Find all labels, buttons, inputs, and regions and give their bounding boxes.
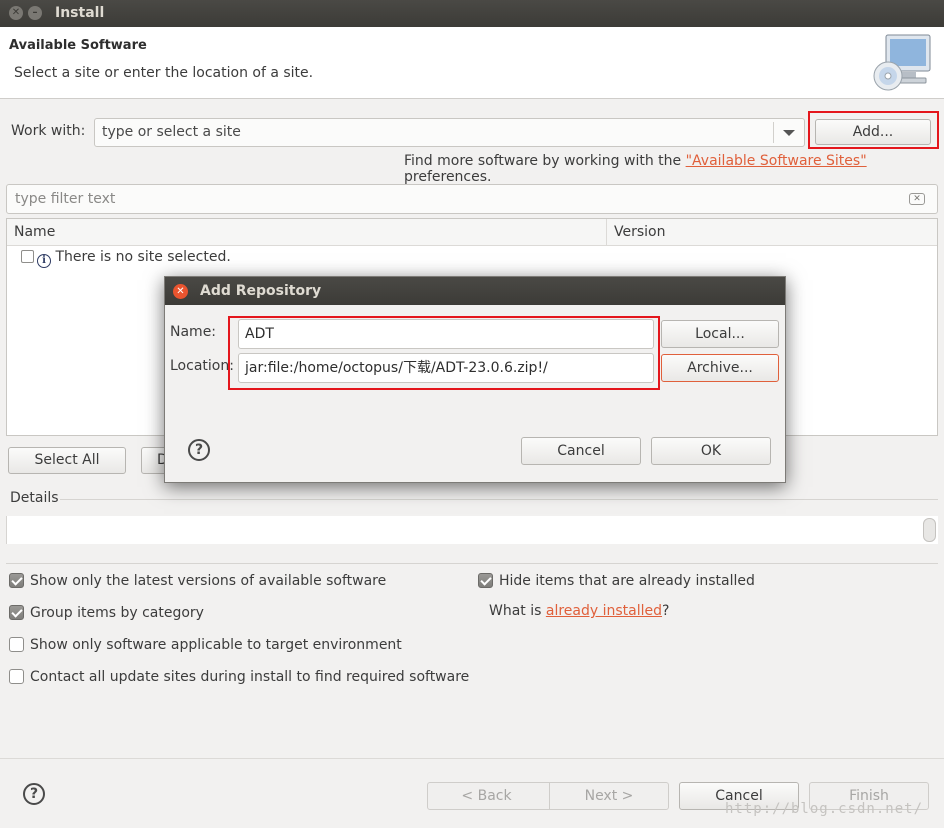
target-env-checkbox[interactable] [9,637,24,652]
option-target-env[interactable]: Show only software applicable to target … [9,637,402,653]
page-title: Available Software [9,38,147,53]
target-env-label: Show only software applicable to target … [30,637,402,653]
option-latest-versions[interactable]: Show only the latest versions of availab… [9,573,386,589]
dialog-cancel-button[interactable]: Cancel [521,437,641,465]
name-label: Name: [170,324,217,340]
row-text: There is no site selected. [55,249,231,265]
row-checkbox[interactable] [21,250,34,263]
window-titlebar: ✕ – Install [0,0,944,27]
what-is-suffix: ? [662,603,670,619]
details-scrollbar[interactable] [923,518,936,542]
contact-sites-checkbox[interactable] [9,669,24,684]
add-button-highlight [808,111,939,149]
window-title: Install [55,5,105,21]
fields-highlight [228,316,660,390]
find-more-text: Find more software by working with the "… [404,153,944,185]
work-with-label: Work with: [11,123,86,139]
group-by-category-label: Group items by category [30,605,204,621]
location-label: Location: [170,358,234,374]
minimize-icon[interactable]: – [28,6,42,20]
latest-versions-checkbox[interactable] [9,573,24,588]
option-contact-sites[interactable]: Contact all update sites during install … [9,669,469,685]
help-icon[interactable]: ? [188,439,210,461]
close-icon[interactable]: ✕ [173,284,188,299]
site-combo[interactable]: type or select a site [94,118,805,147]
back-next-group: < Back Next > [427,782,669,810]
option-group-by-category[interactable]: Group items by category [9,605,204,621]
dialog-titlebar: ✕ Add Repository [165,277,785,305]
dialog-ok-button[interactable]: OK [651,437,771,465]
column-separator [606,219,607,246]
filter-input[interactable]: type filter text ✕ [6,184,938,214]
dropdown-arrow-icon[interactable] [783,130,795,136]
watermark: http://blog.csdn.net/ [725,801,924,817]
clear-filter-icon[interactable]: ✕ [909,193,925,205]
info-icon: i [37,254,51,268]
details-divider [60,499,938,500]
find-more-suffix: preferences. [404,169,492,185]
details-area [6,516,938,544]
what-is-installed: What is already installed? [489,603,669,619]
contact-sites-label: Contact all update sites during install … [30,669,470,685]
archive-button[interactable]: Archive... [661,354,779,382]
details-label: Details [10,490,59,506]
already-installed-link[interactable]: already installed [546,603,662,619]
footer-divider [0,758,944,759]
filter-placeholder: type filter text [15,191,116,207]
add-repository-dialog[interactable]: ✕ Add Repository Name: Location: ADT jar… [164,276,786,483]
group-by-category-checkbox[interactable] [9,605,24,620]
next-button[interactable]: Next > [549,783,668,809]
column-name[interactable]: Name [14,224,55,240]
details-bottom-divider [6,563,938,564]
latest-versions-label: Show only the latest versions of availab… [30,573,387,589]
help-icon[interactable]: ? [23,783,45,805]
dialog-title: Add Repository [200,283,322,299]
combo-separator [773,122,774,143]
what-is-prefix: What is [489,603,546,619]
local-button[interactable]: Local... [661,320,779,348]
page-header: Available Software Select a site or ente… [0,27,944,99]
back-button[interactable]: < Back [428,783,545,809]
tree-header: Name Version [7,219,937,246]
select-all-button[interactable]: Select All [8,447,126,474]
available-sites-link[interactable]: "Available Software Sites" [686,153,867,169]
page-description: Select a site or enter the location of a… [14,65,314,81]
close-icon[interactable]: ✕ [9,6,23,20]
hide-installed-label: Hide items that are already installed [499,573,755,589]
site-combo-text[interactable]: type or select a site [102,124,241,140]
option-hide-installed[interactable]: Hide items that are already installed [478,573,755,589]
column-version[interactable]: Version [614,224,665,240]
tree-row[interactable]: i There is no site selected. [21,249,231,268]
find-more-prefix: Find more software by working with the [404,153,686,169]
hide-installed-checkbox[interactable] [478,573,493,588]
monitor-cd-icon [873,34,931,91]
